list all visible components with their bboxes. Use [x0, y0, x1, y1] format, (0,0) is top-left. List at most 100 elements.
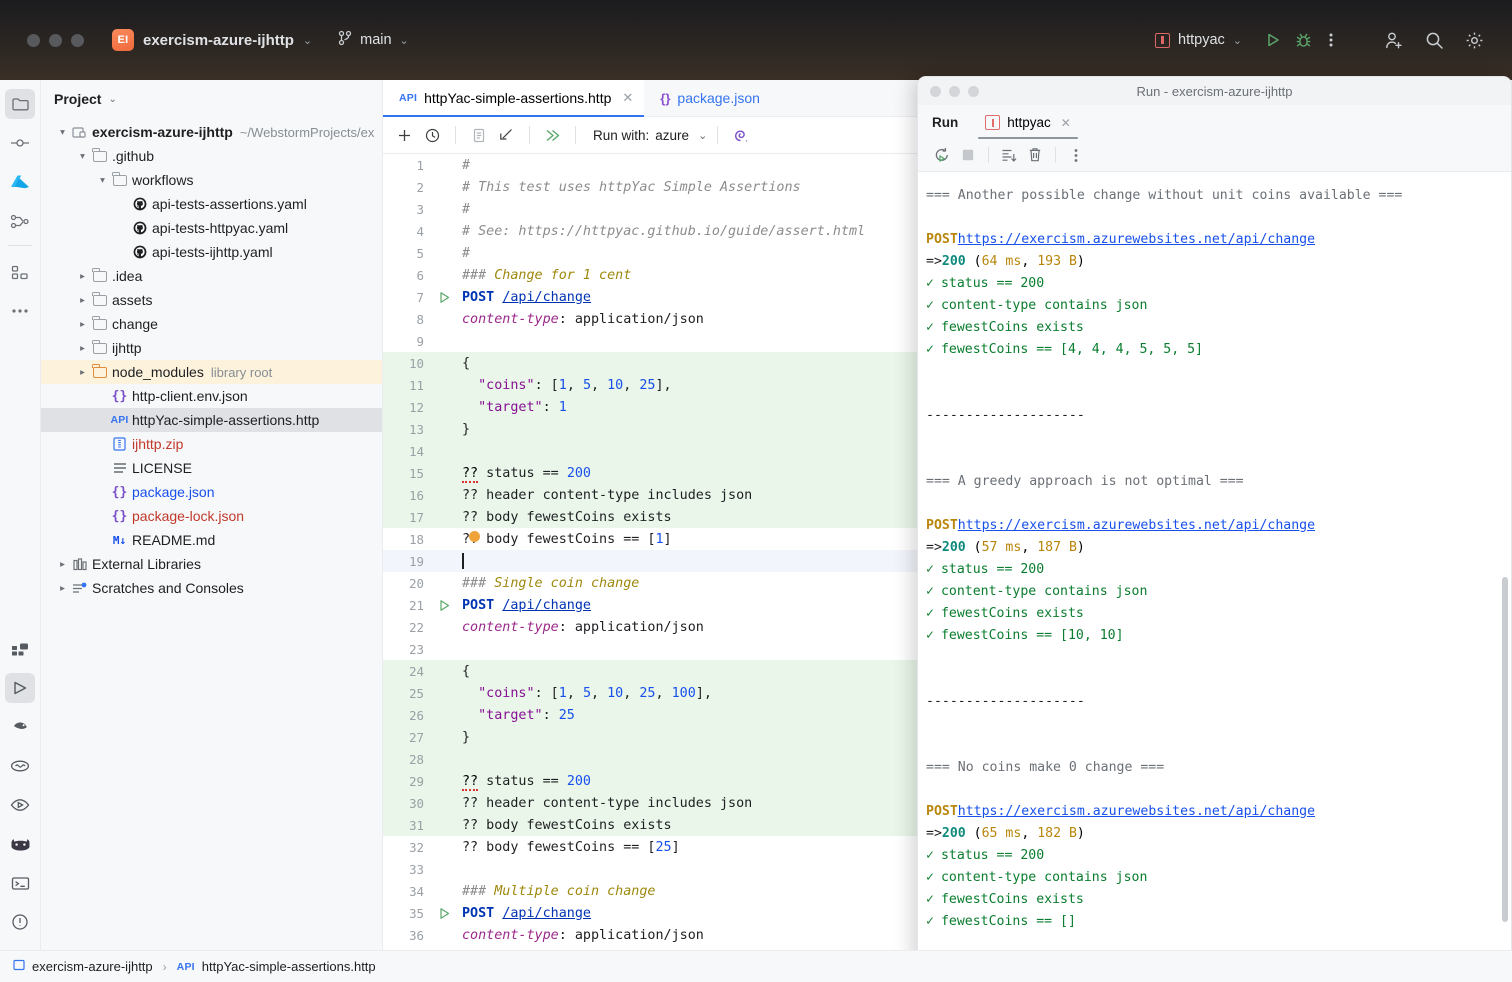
chevron-down-icon[interactable]: ▾ — [75, 151, 90, 162]
sidebar-item-problems[interactable] — [5, 751, 35, 781]
project-panel-header[interactable]: Project ⌄ — [41, 80, 382, 118]
stop-icon[interactable] — [956, 143, 980, 167]
window-traffic-lights[interactable] — [27, 33, 84, 47]
tree-node-node-modules[interactable]: ▸ node_modules library root — [41, 360, 382, 384]
request-url-link[interactable]: https://exercism.azurewebsites.net/api/c… — [958, 232, 1315, 247]
tree-node-httpyac-simple-assertions-http[interactable]: API httpYac-simple-assertions.http — [41, 408, 382, 432]
run-configuration-selector[interactable]: httpyac ⌄ — [1155, 32, 1242, 48]
sidebar-item-notifications[interactable] — [5, 907, 35, 937]
quick-fix-bulb-icon[interactable] — [469, 531, 480, 542]
run-all-icon[interactable] — [540, 123, 565, 148]
tree-node--idea[interactable]: ▸ .idea — [41, 264, 382, 288]
tree-node-external-libraries[interactable]: ▸ External Libraries — [41, 552, 382, 576]
sidebar-item-project[interactable] — [5, 89, 35, 119]
tree-node-api-tests-httpyac-yaml[interactable]: api-tests-httpyac.yaml — [41, 216, 382, 240]
http-method-label: POST — [926, 231, 958, 247]
editor-tab-package-json[interactable]: {} package.json — [644, 80, 771, 116]
close-icon[interactable]: ✕ — [1061, 116, 1071, 130]
run-button[interactable] — [1258, 25, 1288, 55]
chevron-down-icon[interactable]: ▾ — [95, 175, 110, 186]
tree-node-sublabel: library root — [210, 364, 273, 380]
tree-node--github[interactable]: ▾ .github — [41, 144, 382, 168]
import-icon[interactable] — [494, 123, 519, 148]
close-icon[interactable]: ✕ — [622, 90, 633, 106]
minimize-window-button[interactable] — [49, 33, 62, 47]
debug-button[interactable] — [1288, 25, 1318, 55]
history-clock-icon[interactable] — [420, 123, 445, 148]
chevron-right-icon[interactable]: ▸ — [75, 343, 90, 354]
tree-node-http-client-env-json[interactable]: {} http-client.env.json — [41, 384, 382, 408]
response-time: 64 ms — [981, 253, 1022, 269]
tree-node-ijhttp-zip[interactable]: ijhttp.zip — [41, 432, 382, 456]
chevron-right-icon[interactable]: ▸ — [75, 271, 90, 282]
copy-icon[interactable] — [466, 123, 491, 148]
chevron-right-icon[interactable]: ▸ — [55, 559, 70, 570]
sidebar-item-debug[interactable] — [5, 712, 35, 742]
sidebar-item-commit[interactable] — [5, 128, 35, 158]
gutter-run-icon[interactable] — [433, 291, 455, 304]
sidebar-item-database[interactable] — [5, 829, 35, 859]
add-request-button[interactable] — [392, 123, 417, 148]
chevron-right-icon[interactable]: ▸ — [75, 295, 90, 306]
code-text: content-type: application/json — [462, 619, 704, 635]
close-window-button[interactable] — [27, 33, 40, 47]
more-vertical-icon[interactable] — [1064, 143, 1088, 167]
project-selector[interactable]: EI exercism-azure-ijhttp ⌄ — [112, 29, 312, 51]
response-arrow: => — [926, 825, 942, 841]
tab-httpyac-session[interactable]: httpyac ✕ — [976, 106, 1080, 139]
rerun-icon[interactable] — [930, 143, 954, 167]
tree-node-package-json[interactable]: {} package.json — [41, 480, 382, 504]
run-with-value[interactable]: azure — [655, 128, 689, 143]
more-vertical-icon[interactable] — [1318, 25, 1344, 55]
tree-node-ijhttp[interactable]: ▸ ijhttp — [41, 336, 382, 360]
tree-node-api-tests-assertions-yaml[interactable]: api-tests-assertions.yaml — [41, 192, 382, 216]
sidebar-item-more-tools[interactable] — [5, 296, 35, 326]
branch-selector[interactable]: main ⌄ — [338, 30, 409, 51]
code-text: ?? body fewestCoins exists — [462, 509, 672, 525]
breadcrumb-project[interactable]: exercism-azure-ijhttp — [32, 959, 153, 974]
account-add-icon[interactable] — [1374, 25, 1414, 55]
tree-node-api-tests-ijhttp-yaml[interactable]: api-tests-ijhttp.yaml — [41, 240, 382, 264]
console-scrollbar-thumb[interactable] — [1502, 577, 1508, 922]
sidebar-item-pull-requests[interactable] — [5, 206, 35, 236]
project-tree: ▾ exercism-azure-ijhttp ~/WebstormProjects… — [41, 118, 382, 600]
sidebar-item-run[interactable] — [5, 673, 35, 703]
tree-node-license[interactable]: LICENSE — [41, 456, 382, 480]
chevron-right-icon[interactable]: ▸ — [55, 583, 70, 594]
request-url-link[interactable]: https://exercism.azurewebsites.net/api/c… — [958, 804, 1315, 819]
chevron-right-icon[interactable]: ▸ — [75, 319, 90, 330]
gutter-run-icon[interactable] — [433, 907, 455, 920]
tree-node-readme-md[interactable]: M↓ README.md — [41, 528, 382, 552]
tree-node-label: assets — [112, 292, 153, 308]
sidebar-item-terminal[interactable] — [5, 868, 35, 898]
trash-icon[interactable] — [1023, 143, 1047, 167]
maximize-window-button[interactable] — [71, 33, 84, 47]
gear-icon[interactable] — [1454, 25, 1494, 55]
chevron-right-icon[interactable]: ▸ — [75, 367, 90, 378]
line-number: 30 — [409, 795, 424, 811]
tree-node-assets[interactable]: ▸ assets — [41, 288, 382, 312]
tree-node-change[interactable]: ▸ change — [41, 312, 382, 336]
run-console-output[interactable]: === Another possible change without unit… — [918, 172, 1511, 972]
tree-node-package-lock-json[interactable]: {} package-lock.json — [41, 504, 382, 528]
sidebar-item-azure[interactable] — [5, 167, 35, 197]
scroll-to-end-icon[interactable] — [997, 143, 1021, 167]
breadcrumb-file[interactable]: httpYac-simple-assertions.http — [202, 959, 376, 974]
tree-node-exercism-azure-ijhttp[interactable]: ▾ exercism-azure-ijhttp ~/WebstormProjects… — [41, 120, 382, 144]
commit-tool-icon — [11, 139, 29, 147]
sidebar-item-services[interactable] — [5, 634, 35, 664]
sidebar-item-structure[interactable] — [5, 257, 35, 287]
request-url-link[interactable]: https://exercism.azurewebsites.net/api/c… — [958, 518, 1315, 533]
azure-tool-icon — [11, 175, 29, 189]
editor-tab-httpyac-simple-assertions-http[interactable]: API httpYac-simple-assertions.http ✕ — [383, 80, 645, 117]
search-icon[interactable] — [1414, 25, 1454, 55]
tree-node-scratches-and-consoles[interactable]: ▸ Scratches and Consoles — [41, 576, 382, 600]
sidebar-item-endpoints[interactable] — [5, 790, 35, 820]
gutter-run-icon[interactable] — [433, 599, 455, 612]
httpyac-icon[interactable] — [728, 123, 753, 148]
console-response-line: => 200 (65 ms, 182 B) — [926, 825, 1085, 841]
chevron-down-icon[interactable]: ▾ — [55, 127, 70, 138]
tree-node-label: External Libraries — [92, 556, 201, 572]
chevron-down-icon[interactable]: ⌄ — [698, 129, 707, 142]
tree-node-workflows[interactable]: ▾ workflows — [41, 168, 382, 192]
